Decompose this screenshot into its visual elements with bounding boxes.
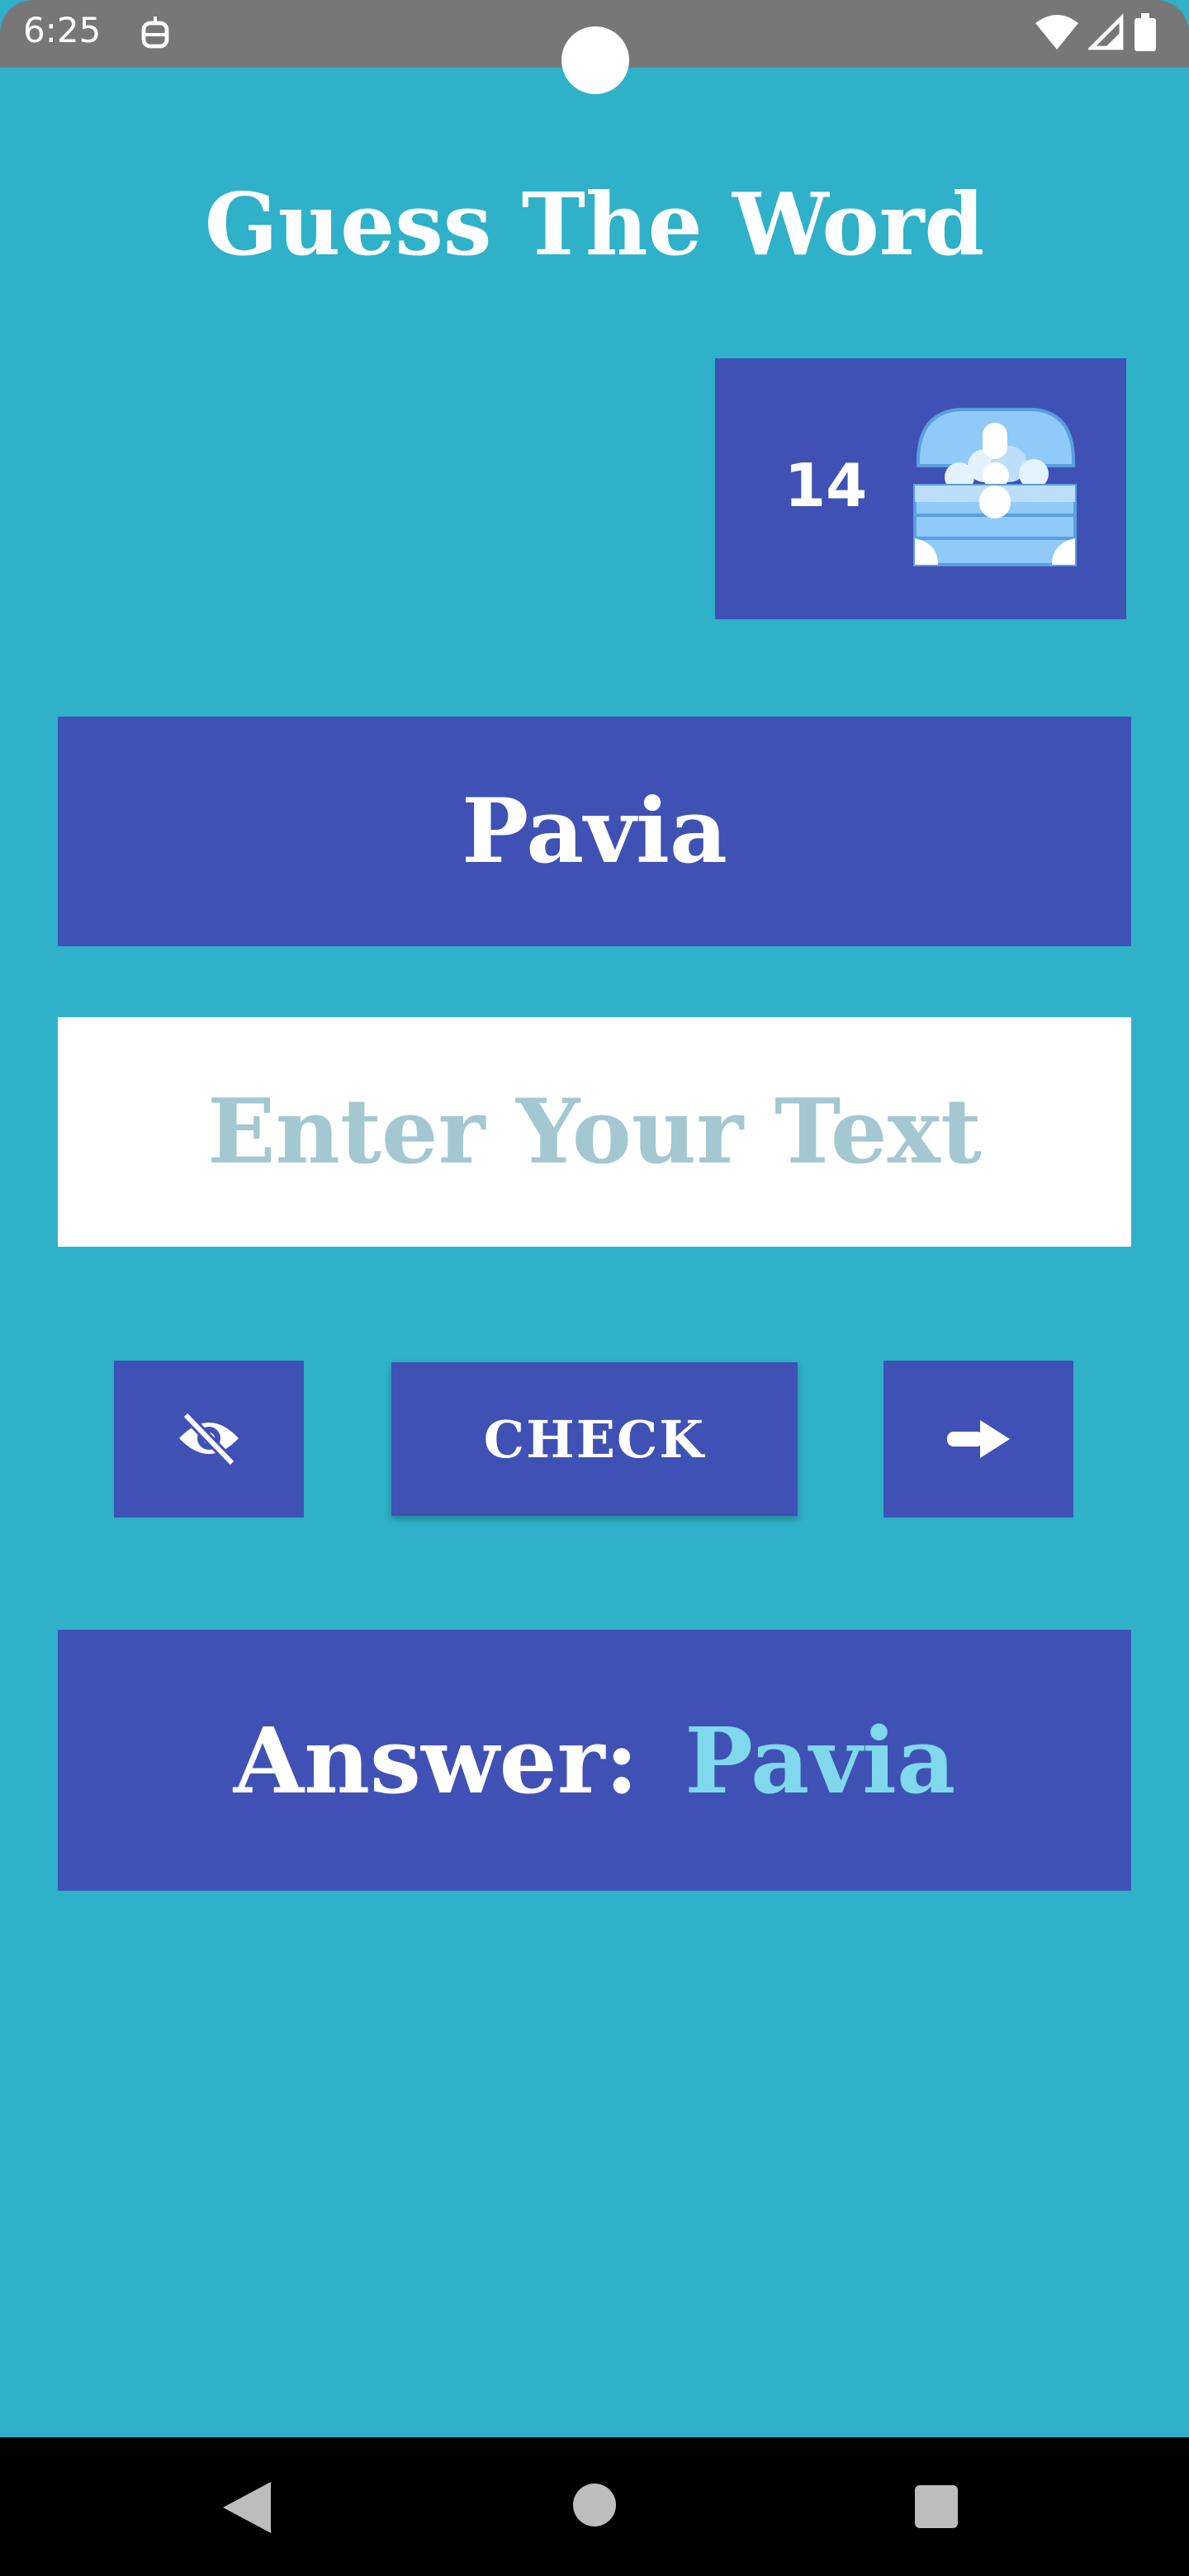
answer-panel: Answer: Pavia (58, 1630, 1131, 1891)
coin-count: 14 (784, 451, 868, 520)
app-title: Guess The Word (204, 173, 985, 275)
answer-value: Pavia (685, 1707, 956, 1814)
coin-counter: 14 (715, 358, 1126, 619)
answer-label: Answer: (233, 1707, 639, 1814)
word-display: Pavia (58, 717, 1131, 946)
eye-off-icon (179, 1411, 239, 1467)
next-word-button[interactable] (883, 1361, 1073, 1518)
answer-input[interactable] (58, 1017, 1131, 1247)
home-icon[interactable] (573, 2484, 616, 2526)
battery-icon (1135, 13, 1156, 51)
treasure-chest-icon (913, 408, 1077, 566)
status-time: 6:25 (23, 10, 102, 50)
check-button[interactable]: CHECK (391, 1362, 798, 1516)
arrow-right-icon (947, 1420, 1010, 1458)
status-icons (1035, 13, 1156, 51)
wifi-icon (1035, 15, 1078, 50)
word-text: Pavia (461, 779, 728, 883)
robot-notification-icon (141, 17, 169, 49)
back-icon[interactable] (223, 2482, 271, 2533)
navigation-bar (0, 2437, 1189, 2576)
recents-icon[interactable] (915, 2485, 958, 2528)
cell-signal-icon (1088, 13, 1124, 50)
hide-answer-button[interactable] (114, 1361, 304, 1518)
camera-cutout (561, 26, 629, 94)
